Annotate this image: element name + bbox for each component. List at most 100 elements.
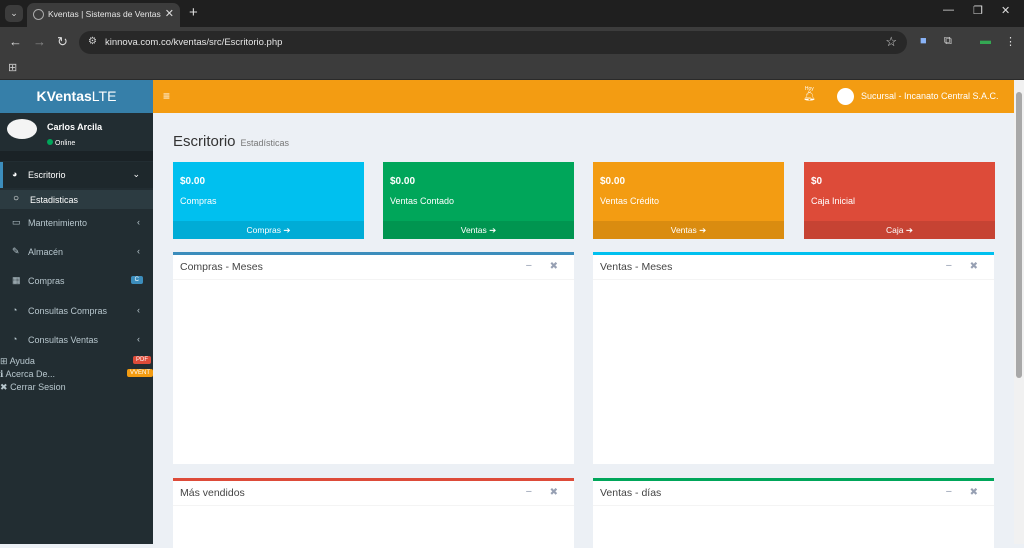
sidebar-item-consultas-ventas[interactable]: ◔ Consultas Ventas ‹ xyxy=(0,327,153,353)
restore-icon[interactable]: ❐ xyxy=(973,4,983,17)
info-box-ventas-credito: $0.00 Ventas Crédito Ventas ➔ xyxy=(593,162,784,239)
minimize-icon[interactable]: − xyxy=(946,486,952,498)
browser-tab[interactable]: Kventas | Sistemas de Ventas ✕ xyxy=(27,3,180,27)
panel-title: Ventas - Meses xyxy=(600,261,673,273)
online-dot-icon xyxy=(47,139,53,145)
compras-badge: C xyxy=(130,276,143,284)
info-box-compras: $0.00 Compras Compras ➔ xyxy=(173,162,364,239)
cerrar-sesion-link[interactable]: ✖ Cerrar Sesion xyxy=(0,382,153,393)
page-title: Escritorio Estadísticas xyxy=(173,133,290,150)
page-subtitle: Estadísticas xyxy=(240,138,290,148)
new-tab-button[interactable]: + xyxy=(189,4,198,21)
sidebar-item-compras[interactable]: ▦ Compras C xyxy=(0,268,153,294)
profile-icon[interactable]: ▬ xyxy=(980,35,991,47)
sidebar-item-almacen[interactable]: ✎ Almacén ‹ xyxy=(0,239,153,265)
app-logo[interactable]: KVentasLTE xyxy=(0,80,153,113)
info-box-value: $0.00 xyxy=(180,176,206,187)
chevron-left-icon: ‹ xyxy=(137,246,140,256)
minimize-icon[interactable]: − xyxy=(526,486,532,498)
grid-icon: ▦ xyxy=(12,275,21,285)
sidebar-item-escritorio[interactable]: ◕ Escritorio ⌄ xyxy=(0,162,153,188)
info-box-label: Ventas Crédito xyxy=(600,196,660,206)
info-box-footer-link[interactable]: Caja ➔ xyxy=(804,221,995,239)
panel-divider xyxy=(593,279,994,280)
panel-mas-vendidos: Más vendidos − ✖ xyxy=(173,478,574,548)
arrow-circle-right-icon: ➔ xyxy=(283,225,291,235)
sidebar-item-mantenimiento[interactable]: ▭ Mantenimiento ‹ xyxy=(0,210,153,236)
minimize-icon[interactable]: − xyxy=(946,260,952,272)
info-box-footer-link[interactable]: Compras ➔ xyxy=(173,221,364,239)
minimize-icon[interactable]: — xyxy=(943,4,954,16)
sidebar-item-consultas-compras[interactable]: ◔ Consultas Compras ‹ xyxy=(0,298,153,324)
close-icon[interactable]: ✖ xyxy=(550,261,558,272)
tab-title: Kventas | Sistemas de Ventas xyxy=(48,9,161,19)
plus-square-icon: ⊞ xyxy=(0,356,8,366)
forward-icon[interactable]: → xyxy=(33,34,46,49)
bell-icon: 🔔︎ xyxy=(803,91,816,102)
info-box-footer-link[interactable]: Ventas ➔ xyxy=(383,221,574,239)
extension-icon[interactable]: ■ xyxy=(920,35,927,47)
avatar xyxy=(7,119,37,139)
sidebar-item-estadisticas[interactable]: ○ Estadisticas xyxy=(0,190,153,209)
close-icon: ✖ xyxy=(0,382,8,392)
panel-title: Ventas - días xyxy=(600,487,662,499)
apps-grid-icon[interactable]: ⊞ xyxy=(8,61,17,74)
browser-menu-icon[interactable]: ⋮ xyxy=(1005,35,1016,48)
page-scrollbar[interactable] xyxy=(1014,80,1024,544)
pie-chart-icon: ◔ xyxy=(12,305,18,315)
globe-icon xyxy=(33,9,44,20)
close-icon[interactable]: ✖ xyxy=(550,487,558,498)
arrow-circle-right-icon: ➔ xyxy=(489,225,497,235)
info-box-value: $0 xyxy=(811,176,823,187)
edit-icon: ✎ xyxy=(12,246,20,256)
pdf-badge: PDF xyxy=(133,356,151,364)
address-bar[interactable]: ⚙ kinnova.com.co/kventas/src/Escritorio.… xyxy=(79,31,907,54)
browser-tab-strip: ⌄ Kventas | Sistemas de Ventas ✕ + — ❐ ✕ xyxy=(0,0,1024,27)
panel-divider xyxy=(173,505,574,506)
extensions-puzzle-icon[interactable]: ⧉ xyxy=(944,35,952,48)
user-status: Online xyxy=(47,139,75,147)
info-box-label: Ventas Contado xyxy=(390,196,455,206)
panel-ventas-meses: Ventas - Meses − ✖ xyxy=(593,252,994,464)
ayuda-link[interactable]: ⊞ Ayuda PDF xyxy=(0,356,153,367)
info-box-caja-inicial: $0 Caja Inicial Caja ➔ xyxy=(804,162,995,239)
user-panel: Carlos Arcila Online xyxy=(0,113,153,151)
panel-title: Más vendidos xyxy=(180,487,245,499)
main-content: Escritorio Estadísticas $0.00 Compras Com… xyxy=(153,113,1014,548)
chevron-down-icon: ⌄ xyxy=(132,169,140,179)
close-icon[interactable]: ✖ xyxy=(970,487,978,498)
tab-close-icon[interactable]: ✕ xyxy=(165,7,174,20)
close-icon[interactable]: ✖ xyxy=(970,261,978,272)
arrow-circle-right-icon: ➔ xyxy=(905,225,913,235)
avatar[interactable] xyxy=(837,88,854,105)
url-text[interactable]: kinnova.com.co/kventas/src/Escritorio.ph… xyxy=(105,37,282,48)
info-box-value: $0.00 xyxy=(390,176,416,187)
user-name: Carlos Arcila xyxy=(47,122,103,132)
panel-divider xyxy=(173,279,574,280)
info-box-footer-link[interactable]: Ventas ➔ xyxy=(593,221,784,239)
top-navbar: ≡ Hoy 🔔︎ Sucursal - Incanato Central S.A… xyxy=(153,80,1014,113)
info-icon: ℹ xyxy=(0,369,4,379)
chevron-left-icon: ‹ xyxy=(137,334,140,344)
scrollbar-thumb[interactable] xyxy=(1016,92,1022,378)
tab-search-icon[interactable]: ⌄ xyxy=(5,5,23,22)
vvent-badge: VVENT xyxy=(126,369,153,377)
dashboard-icon: ◕ xyxy=(12,169,18,179)
web-page: KVentasLTE ≡ Hoy 🔔︎ Sucursal - Incanato … xyxy=(0,80,1024,548)
window-close-icon[interactable]: ✕ xyxy=(1001,4,1010,17)
panel-divider xyxy=(593,505,994,506)
bookmark-star-icon[interactable]: ☆ xyxy=(885,34,897,50)
site-info-icon[interactable]: ⚙ xyxy=(88,36,97,47)
pie-chart-icon: ◔ xyxy=(12,334,18,344)
chevron-left-icon: ‹ xyxy=(137,217,140,227)
browser-toolbar: ← → ↻ ⚙ kinnova.com.co/kventas/src/Escri… xyxy=(0,27,1024,57)
branch-label[interactable]: Sucursal - Incanato Central S.A.C. xyxy=(861,91,999,101)
circle-icon: ○ xyxy=(13,193,20,204)
reload-icon[interactable]: ↻ xyxy=(57,34,68,50)
arrow-circle-right-icon: ➔ xyxy=(699,225,707,235)
acerca-de-link[interactable]: ℹ Acerca De... VVENT xyxy=(0,369,153,380)
hoy-notifications[interactable]: Hoy 🔔︎ xyxy=(803,86,816,102)
sidebar-toggle-icon[interactable]: ≡ xyxy=(163,89,170,103)
back-icon[interactable]: ← xyxy=(9,34,22,49)
minimize-icon[interactable]: − xyxy=(526,260,532,272)
